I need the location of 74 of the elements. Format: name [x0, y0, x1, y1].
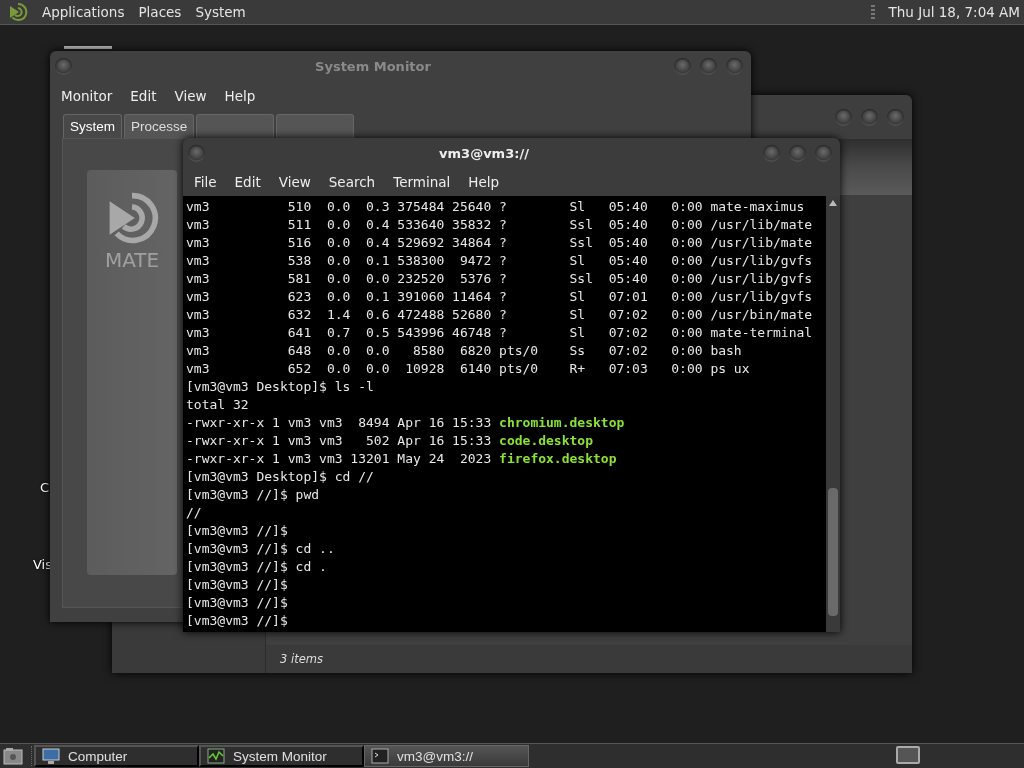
terminal-line: -rwxr-xr-x 1 vm3 vm3 8494 Apr 16 15:33	[186, 415, 492, 430]
terminal-line: vm3 623 0.0 0.1 391060 11464 ? Sl 07:01 0:00 /usr/lib/gvfs	[186, 289, 813, 304]
logo-text: MATE	[104, 248, 160, 272]
taskbar-button[interactable]: Computer	[34, 745, 199, 767]
desktop-icon-label[interactable]: C	[40, 480, 50, 495]
terminal-line: vm3 641 0.7 0.5 543996 46748 ? Sl 07:02 0:00 mate-terminal	[186, 325, 813, 340]
terminal-line: [vm3@vm3 //]$ cd ..	[186, 541, 335, 556]
terminal-line: [vm3@vm3 //]$ pwd	[186, 487, 320, 502]
menu-item[interactable]: Help	[459, 174, 509, 190]
terminal-line: [vm3@vm3 //]$	[186, 595, 288, 610]
clock[interactable]: Thu Jul 18, 7:04 AM	[888, 4, 1020, 20]
terminal-icon	[371, 747, 389, 765]
terminal-line: -rwxr-xr-x 1 vm3 vm3 502 Apr 16 15:33	[186, 433, 492, 448]
window-control-button[interactable]	[700, 57, 717, 75]
window-control-button[interactable]	[815, 144, 832, 162]
window-control-button[interactable]	[674, 57, 691, 75]
terminal-line: [vm3@vm3 //]$	[186, 577, 288, 592]
computer-icon	[42, 747, 60, 765]
menu-item[interactable]: Monitor	[52, 88, 122, 104]
menu-item[interactable]: Search	[319, 174, 385, 190]
panel-menu[interactable]: Places	[138, 4, 182, 20]
menu-item[interactable]: Terminal	[384, 174, 460, 190]
menu-item[interactable]: Edit	[121, 88, 166, 104]
taskbar-button[interactable]: vm3@vm3://	[364, 745, 529, 767]
terminal-line: vm3 511 0.0 0.4 533640 35832 ? Ssl 05:40 0:00 /usr/lib/mate	[186, 217, 813, 232]
scrollbar-thumb[interactable]	[828, 488, 838, 616]
scroll-up-icon[interactable]	[829, 200, 837, 206]
terminal-line: vm3 538 0.0 0.1 538300 9472 ? Sl 05:40 0:00 /usr/lib/gvfs	[186, 253, 813, 268]
chart-icon	[207, 747, 225, 765]
window-control-button[interactable]	[887, 108, 904, 126]
menu-item[interactable]: View	[269, 174, 320, 190]
terminal-line: total 32	[186, 397, 249, 412]
panel-menu[interactable]: Applications	[42, 4, 125, 20]
tab[interactable]: System	[63, 114, 122, 138]
status-text: 3 items	[280, 652, 323, 666]
show-desktop-icon[interactable]	[3, 747, 23, 765]
workspace-switcher[interactable]	[896, 746, 920, 764]
file-name: chromium.desktop	[499, 415, 625, 430]
taskbar-button[interactable]: System Monitor	[199, 745, 364, 767]
tab[interactable]	[196, 114, 275, 138]
tab[interactable]	[276, 114, 355, 138]
window-title: System Monitor	[314, 58, 432, 74]
terminal-line: vm3 652 0.0 0.0 10928 6140 pts/0 R+ 07:03 0:00 ps ux	[186, 361, 750, 376]
menu-item[interactable]: Edit	[225, 174, 270, 190]
terminal-line: [vm3@vm3 //]$ cd .	[186, 559, 327, 574]
terminal-line: [vm3@vm3 Desktop]$ cd //	[186, 469, 374, 484]
terminal-line: -rwxr-xr-x 1 vm3 vm3 13201 May 24 2023	[186, 451, 492, 466]
tab[interactable]: Processe	[124, 114, 195, 138]
window-edge	[64, 46, 112, 49]
terminal-line: [vm3@vm3 Desktop]$ ls -l	[186, 379, 374, 394]
terminal-line: vm3 516 0.0 0.4 529692 34864 ? Ssl 05:40 0:00 /usr/lib/mate	[186, 235, 813, 250]
window-control-button[interactable]	[789, 144, 806, 162]
mate-logo-icon	[8, 2, 28, 22]
file-name: firefox.desktop	[499, 451, 617, 466]
panel-menu[interactable]: System	[195, 4, 246, 20]
terminal-line: vm3 581 0.0 0.0 232520 5376 ? Ssl 05:40 0:00 /usr/lib/gvfs	[186, 271, 813, 286]
window-control-button[interactable]	[188, 144, 205, 162]
window-control-button[interactable]	[55, 57, 72, 75]
menu-item[interactable]: View	[165, 88, 216, 104]
window-title: vm3@vm3://	[438, 145, 530, 161]
window-control-button[interactable]	[861, 108, 878, 126]
terminal-line: [vm3@vm3 //]$	[186, 613, 288, 628]
terminal-line: //	[186, 505, 202, 520]
menu-item[interactable]: File	[185, 174, 226, 190]
menu-item[interactable]: Help	[215, 88, 265, 104]
terminal-line: [vm3@vm3 //]$	[186, 523, 288, 538]
terminal-line: vm3 648 0.0 0.0 8580 6820 pts/0 Ss 07:02 0:00 bash	[186, 343, 742, 358]
scrollbar[interactable]	[826, 196, 840, 632]
terminal-line: vm3 632 1.4 0.6 472488 52680 ? Sl 07:02 0:00 /usr/bin/mate	[186, 307, 813, 322]
terminal-line: vm3 510 0.0 0.3 375484 25640 ? Sl 05:40 0:00 mate-maximus	[186, 199, 805, 214]
file-name: code.desktop	[499, 433, 593, 448]
window-control-button[interactable]	[835, 108, 852, 126]
window-control-button[interactable]	[726, 57, 743, 75]
window-control-button[interactable]	[763, 144, 780, 162]
